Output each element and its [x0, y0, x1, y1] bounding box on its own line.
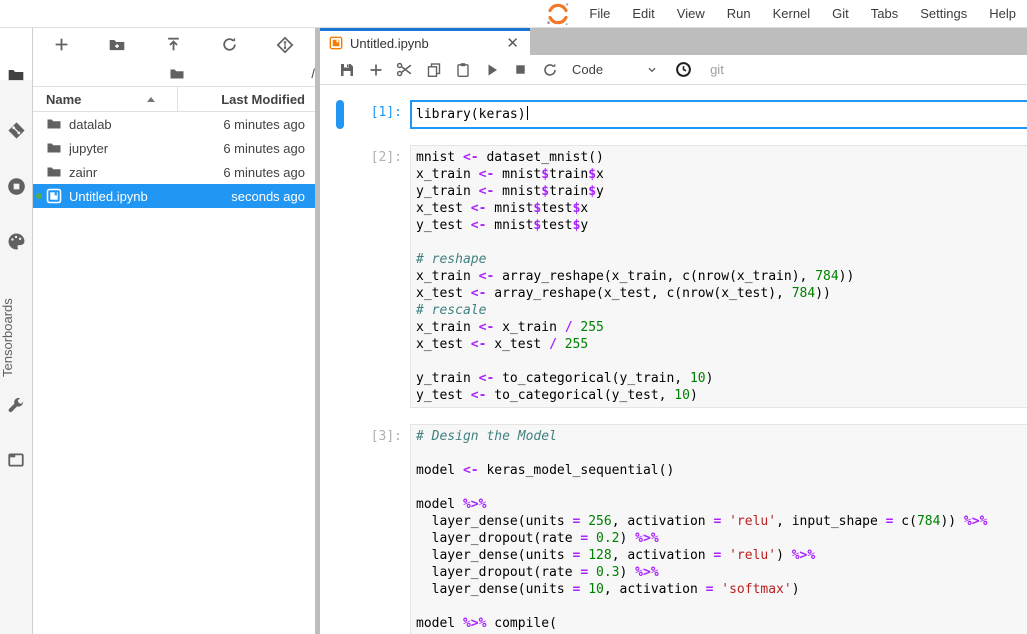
notebook-toolbar: Code git — [320, 55, 1027, 85]
code-editor[interactable]: mnist <- dataset_mnist()x_train <- mnist… — [410, 145, 1027, 408]
sidebar-tensorboards-tab[interactable]: Tensorboards — [0, 283, 33, 393]
home-folder-icon — [169, 66, 185, 82]
git-init-button[interactable] — [257, 28, 313, 61]
tab-untitled-ipynb[interactable]: Untitled.ipynb ✕ — [320, 28, 530, 55]
menu-settings[interactable]: Settings — [909, 0, 978, 27]
run-button[interactable] — [477, 58, 506, 82]
cut-cells-button[interactable] — [390, 58, 419, 82]
command-palette-icon[interactable] — [0, 232, 32, 251]
file-browser-toolbar — [33, 28, 315, 61]
menu-tabs[interactable]: Tabs — [860, 0, 909, 27]
new-launcher-button[interactable] — [33, 28, 89, 61]
tab-title: Untitled.ipynb — [350, 36, 496, 51]
notebook-content: [1]: library(keras) [2]: mnist <- datase… — [320, 85, 1027, 634]
notebook-icon — [46, 188, 62, 204]
copy-cells-button[interactable] — [419, 58, 448, 82]
file-row-zainr[interactable]: zainr 6 minutes ago — [33, 160, 315, 184]
menu-kernel[interactable]: Kernel — [762, 0, 822, 27]
save-button[interactable] — [332, 58, 361, 82]
file-row-jupyter[interactable]: jupyter 6 minutes ago — [33, 136, 315, 160]
activity-sidebar: Tensorboards — [0, 28, 33, 634]
git-toolbar-label[interactable]: git — [710, 62, 724, 77]
paste-cells-button[interactable] — [448, 58, 477, 82]
menu-file[interactable]: File — [578, 0, 621, 27]
execution-time-clock-icon[interactable] — [669, 58, 698, 82]
tab-bar: Untitled.ipynb ✕ — [320, 28, 1027, 55]
cell-collapser[interactable] — [336, 100, 344, 129]
refresh-button[interactable] — [201, 28, 257, 61]
cell-type-value: Code — [572, 62, 603, 77]
menu-edit[interactable]: Edit — [621, 0, 665, 27]
file-row-untitled-ipynb[interactable]: Untitled.ipynb seconds ago — [33, 184, 315, 208]
add-cell-button[interactable] — [361, 58, 390, 82]
menu-view[interactable]: View — [666, 0, 716, 27]
new-folder-button[interactable] — [89, 28, 145, 61]
jupyter-logo — [545, 1, 571, 27]
cell-collapser[interactable] — [336, 424, 344, 634]
chevron-down-icon — [645, 63, 659, 77]
column-header-name[interactable]: Name — [33, 87, 178, 111]
breadcrumb[interactable]: / — [33, 61, 315, 86]
property-inspector-icon[interactable] — [0, 397, 32, 415]
menu-git[interactable]: Git — [821, 0, 860, 27]
column-header-last-modified[interactable]: Last Modified — [178, 92, 315, 107]
sort-ascending-icon — [147, 97, 155, 102]
running-kernel-dot — [36, 193, 42, 199]
code-cell-3: [3]: # Design the Modelmodel <- keras_mo… — [320, 424, 1027, 634]
file-list-header: Name Last Modified — [33, 86, 315, 112]
restart-kernel-button[interactable] — [535, 58, 564, 82]
menu-run[interactable]: Run — [716, 0, 762, 27]
file-row-datalab[interactable]: datalab 6 minutes ago — [33, 112, 315, 136]
close-icon[interactable]: ✕ — [503, 34, 522, 52]
folder-icon — [46, 140, 62, 156]
folder-icon — [46, 116, 62, 132]
input-prompt: [1]: — [344, 100, 410, 129]
cell-type-dropdown[interactable]: Code — [572, 62, 669, 77]
running-sessions-icon[interactable] — [0, 177, 32, 196]
notebook-icon — [329, 36, 343, 50]
input-prompt: [3]: — [344, 424, 410, 634]
stop-button[interactable] — [506, 58, 535, 82]
code-editor[interactable]: library(keras) — [410, 100, 1027, 129]
upload-button[interactable] — [145, 28, 201, 61]
code-editor[interactable]: # Design the Modelmodel <- keras_model_s… — [410, 424, 1027, 634]
code-cell-2: [2]: mnist <- dataset_mnist()x_train <- … — [320, 145, 1027, 408]
folder-icon — [46, 164, 62, 180]
menu-help[interactable]: Help — [978, 0, 1027, 27]
file-list: datalab 6 minutes ago jupyter 6 minutes … — [33, 112, 315, 634]
input-prompt: [2]: — [344, 145, 410, 408]
git-icon[interactable] — [0, 121, 32, 140]
code-cell-1: [1]: library(keras) — [320, 100, 1027, 129]
cell-collapser[interactable] — [336, 145, 344, 408]
file-browser-icon[interactable] — [0, 66, 32, 84]
menubar: File Edit View Run Kernel Git Tabs Setti… — [0, 0, 1027, 28]
notebook-panel: Untitled.ipynb ✕ — [320, 28, 1027, 634]
file-browser-panel: / Name Last Modified datalab 6 minutes a… — [33, 28, 315, 634]
open-tabs-icon[interactable] — [0, 451, 32, 469]
